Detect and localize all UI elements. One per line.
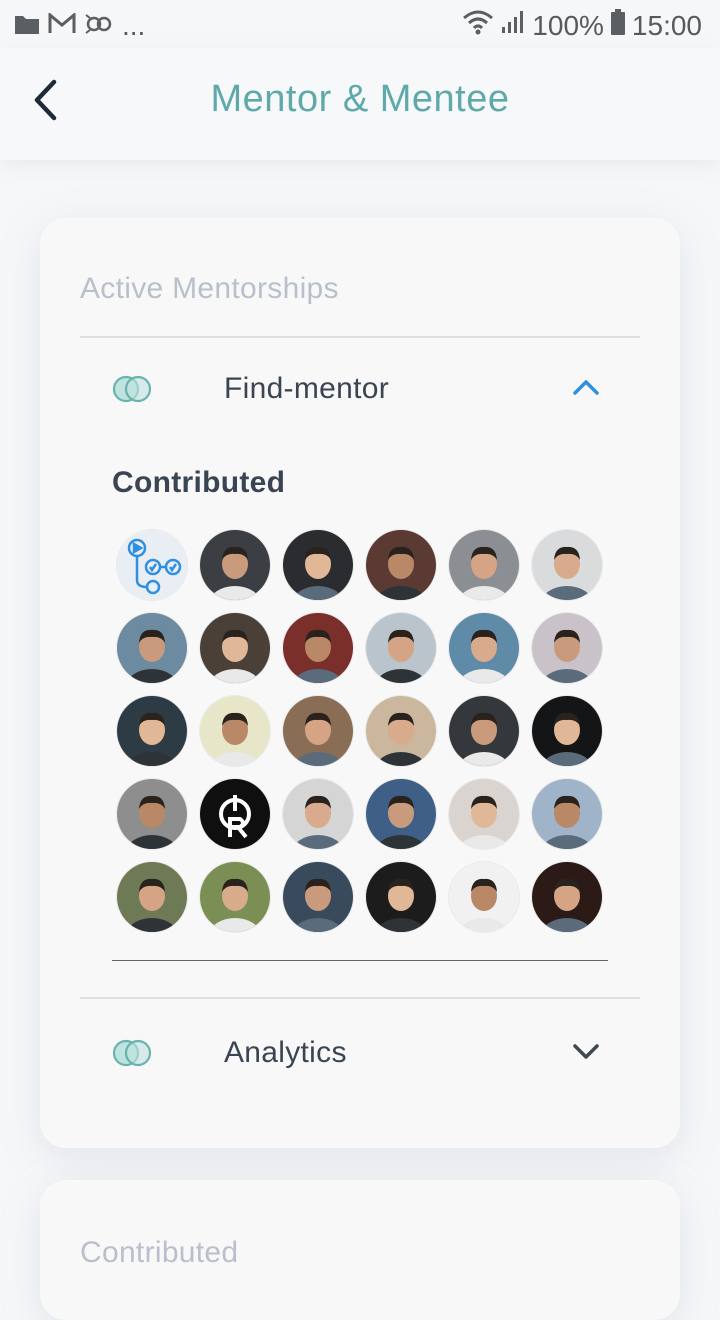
contributor-avatar[interactable]	[366, 862, 436, 932]
contributor-avatar[interactable]	[449, 862, 519, 932]
gmail-icon	[48, 11, 76, 40]
contributor-avatar[interactable]	[283, 862, 353, 932]
contributed-subheading: Contributed	[112, 466, 286, 499]
page-title: Mentor & Mentee	[210, 78, 510, 120]
clock: 15:00	[631, 9, 702, 41]
contributor-avatar[interactable]	[366, 613, 436, 683]
mentorship-rings-icon	[112, 1038, 154, 1073]
chevron-down-icon	[572, 1042, 600, 1065]
contributor-avatar[interactable]	[200, 696, 270, 766]
divider	[80, 336, 640, 338]
battery-percent: 100%	[532, 9, 604, 41]
divider	[80, 997, 640, 999]
contributor-avatar[interactable]	[200, 613, 270, 683]
contributor-avatar[interactable]	[532, 613, 602, 683]
chevron-up-icon	[572, 378, 600, 401]
contributor-avatar[interactable]	[449, 696, 519, 766]
active-mentorships-card: Active Mentorships Find-mentor Contribut…	[40, 218, 680, 1148]
wifi-icon	[462, 9, 494, 42]
contributor-avatar[interactable]	[117, 862, 187, 932]
divider	[112, 960, 608, 961]
contributor-avatar[interactable]	[200, 779, 270, 849]
contributor-avatar[interactable]	[283, 779, 353, 849]
contributor-avatar[interactable]	[449, 613, 519, 683]
folder-icon	[14, 13, 40, 40]
contributor-avatar[interactable]	[366, 696, 436, 766]
contributor-avatar[interactable]	[283, 613, 353, 683]
contributor-avatar[interactable]	[117, 696, 187, 766]
contributor-avatar[interactable]	[366, 530, 436, 600]
overflow-indicator: ...	[122, 10, 146, 41]
contributor-avatar[interactable]	[200, 530, 270, 600]
battery-icon	[610, 8, 626, 43]
contributor-avatar-bot[interactable]	[117, 530, 187, 600]
accordion-label-analytics: Analytics	[224, 1036, 347, 1069]
contributor-avatar[interactable]	[200, 862, 270, 932]
contributed-card: Contributed	[40, 1180, 680, 1320]
signal-icon	[500, 9, 526, 42]
accordion-label-find-mentor: Find-mentor	[224, 372, 390, 405]
mentorship-rings-icon	[112, 374, 154, 409]
contributed-card-heading: Contributed	[80, 1236, 239, 1269]
contributor-avatar[interactable]	[283, 696, 353, 766]
contributor-avatar[interactable]	[117, 779, 187, 849]
contributor-avatar[interactable]	[532, 862, 602, 932]
accordion-find-mentor[interactable]: Find-mentor	[80, 352, 640, 432]
contributor-avatar[interactable]	[117, 613, 187, 683]
contributor-avatar[interactable]	[532, 696, 602, 766]
status-bar: ... 100% 15:00	[0, 0, 720, 48]
contributor-avatar[interactable]	[283, 530, 353, 600]
contributor-avatar[interactable]	[532, 530, 602, 600]
active-mentorships-heading: Active Mentorships	[80, 272, 339, 305]
contributor-avatar[interactable]	[366, 779, 436, 849]
app-bar: Mentor & Mentee	[0, 48, 720, 160]
link-icon	[84, 12, 114, 41]
contributor-avatar[interactable]	[449, 530, 519, 600]
contributor-avatar[interactable]	[532, 779, 602, 849]
accordion-analytics[interactable]: Analytics	[80, 1016, 640, 1096]
contributor-avatar[interactable]	[449, 779, 519, 849]
